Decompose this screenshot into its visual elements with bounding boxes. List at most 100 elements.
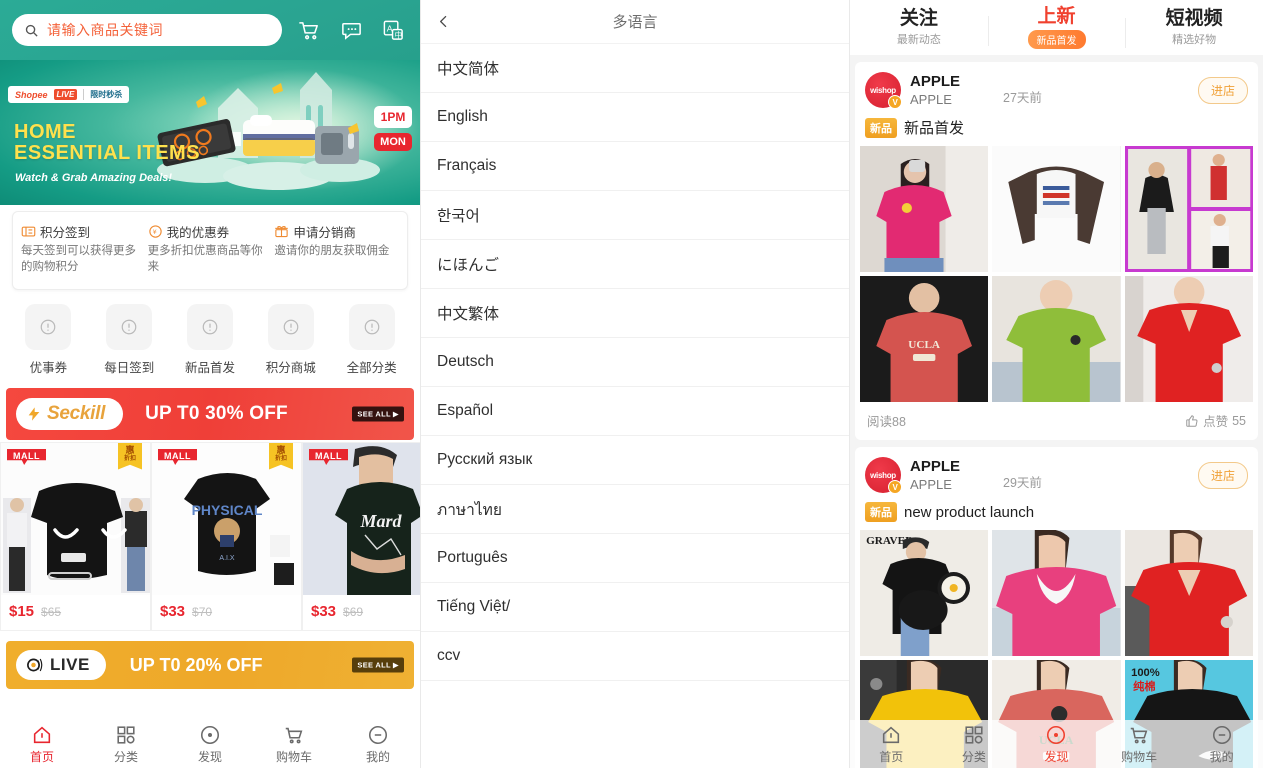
post-timestamp: 29天前 (1003, 475, 1042, 490)
cart-icon[interactable] (294, 15, 324, 45)
nav-item-cart[interactable]: 购物车 (252, 724, 336, 765)
avatar[interactable]: wishop V (865, 72, 902, 109)
post-image[interactable] (992, 530, 1121, 656)
post-image[interactable]: GRAVER (860, 530, 989, 656)
shopee-live-logo: Shopee LIVE 限时秒杀 (8, 86, 130, 103)
language-item-espanol[interactable]: Español (421, 387, 849, 436)
post-title-row: 新品 新品首发 (855, 114, 1258, 146)
seckill-product-row: MALL 惠 折扣 $15 $65 PHYSICAL A.I.X MALL 惠 … (0, 442, 420, 632)
photo-green-tee (992, 276, 1121, 402)
verified-badge-icon: V (888, 95, 902, 109)
chat-bubble-icon[interactable] (336, 15, 366, 45)
language-item-portugues[interactable]: Português (421, 534, 849, 583)
seckill-banner[interactable]: Seckill UP T0 30% OFF SEE ALL ▶ (6, 388, 414, 441)
language-item-japanese[interactable]: にほんご (421, 240, 849, 289)
left-panel-home: 请输入商品关键词 A 中 Shopee LIVE 限时秒杀 HOME ESSEN… (0, 0, 420, 768)
shop-handle: APPLE (910, 476, 952, 492)
live-banner[interactable]: LIVE UP T0 20% OFF SEE ALL ▶ (6, 641, 414, 690)
nav-label: 发现 (197, 749, 222, 764)
nav-item-profile[interactable]: 我的 (336, 724, 420, 765)
nav-item-discover[interactable]: 发现 (1015, 724, 1098, 765)
live-see-all-button[interactable]: SEE ALL ▶ (352, 657, 404, 673)
profile-icon (1212, 725, 1231, 744)
product-image: MALL 惠 折扣 (1, 443, 150, 596)
likes-label: 点赞 (1203, 415, 1229, 429)
points-item-title: 我的优惠券 (166, 226, 230, 240)
points-item-head: 积分签到 (21, 222, 146, 241)
language-item-vietnamese[interactable]: Tiếng Việt/ (421, 583, 849, 632)
language-item-deutsch[interactable]: Deutsch (421, 338, 849, 387)
product-price: $33 (160, 603, 186, 621)
enter-shop-button[interactable]: 进店 (1197, 76, 1248, 104)
promo-flag-sub: 折扣 (274, 455, 287, 462)
banner-time-day: MON (374, 133, 412, 151)
points-item-coupon[interactable]: ¥ 我的优惠券 更多折扣优惠商品等你来 (148, 222, 273, 275)
quick-cat-new-arrivals[interactable]: 新品首发 (170, 304, 251, 376)
language-item-thai[interactable]: ภาษาไทย (421, 485, 849, 534)
tab-following[interactable]: 关注 最新动态 (850, 8, 988, 48)
nav-item-categories[interactable]: 分类 (84, 724, 168, 765)
svg-text:纯棉: 纯棉 (1133, 679, 1155, 693)
post-likes[interactable]: 点赞 55 (1185, 411, 1246, 430)
likes-count: 55 (1232, 413, 1246, 428)
nav-item-cart[interactable]: 购物车 (1098, 724, 1181, 765)
nav-item-home[interactable]: 首页 (0, 724, 84, 765)
post-image[interactable] (1124, 276, 1253, 402)
post-image[interactable] (860, 146, 989, 272)
points-item-checkin[interactable]: 积分签到 每天签到可以获得更多的购物积分 (21, 222, 146, 275)
language-item-korean[interactable]: 한국어 (421, 191, 849, 240)
language-item-zh-hans[interactable]: 中文简体 (421, 44, 849, 93)
nav-item-profile[interactable]: 我的 (1180, 724, 1263, 765)
product-card[interactable]: Mard MALL $33 $69 (302, 442, 420, 632)
language-item-russian[interactable]: Русский язык (421, 436, 849, 485)
tab-new-arrivals[interactable]: 上新 新品首发 (987, 6, 1126, 50)
post-image[interactable] (1124, 146, 1253, 272)
shop-name: APPLE (910, 73, 961, 91)
nav-item-home[interactable]: 首页 (850, 724, 933, 765)
product-price-row: $33 $70 (152, 595, 301, 630)
seckill-offer: UP T0 30% OFF (145, 403, 288, 425)
svg-text:PHYSICAL: PHYSICAL (192, 502, 263, 518)
points-item-head: 申请分销商 (274, 222, 399, 241)
language-item-zh-hant[interactable]: 中文繁体 (421, 289, 849, 338)
photo-outfit-collage (1124, 146, 1253, 272)
nav-item-categories[interactable]: 分类 (933, 724, 1016, 765)
discover-tabs: 关注 最新动态 上新 新品首发 短视频 精选好物 (850, 0, 1263, 55)
quick-cat-points-mall[interactable]: 积分商城 (250, 304, 331, 376)
broken-image-icon (348, 304, 395, 351)
product-card[interactable]: MALL 惠 折扣 $15 $65 (0, 442, 151, 632)
photo-graver-black-tee: GRAVER (860, 530, 989, 656)
promo-banner-home-essentials[interactable]: Shopee LIVE 限时秒杀 HOME ESSENTIAL ITEMS Wa… (0, 60, 420, 205)
language-item-ccv[interactable]: ccv (421, 632, 849, 681)
app-screen: 请输入商品关键词 A 中 Shopee LIVE 限时秒杀 HOME ESSEN… (0, 0, 1263, 768)
quick-cat-all-categories[interactable]: 全部分类 (331, 304, 412, 376)
post-image[interactable] (992, 276, 1121, 402)
quick-cat-daily-checkin[interactable]: 每日签到 (89, 304, 170, 376)
product-card[interactable]: PHYSICAL A.I.X MALL 惠 折扣 $33 $70 (151, 442, 302, 632)
promo-flag-sub: 折扣 (123, 455, 136, 462)
grid-icon (965, 725, 983, 744)
photo-pink-tee (860, 146, 989, 272)
language-item-english[interactable]: English (421, 93, 849, 142)
points-item-title: 积分签到 (40, 226, 91, 240)
points-item-desc: 邀请你的朋友获取佣金 (274, 245, 390, 257)
post-image[interactable] (1124, 530, 1253, 656)
post-card[interactable]: wishop V APPLE APPLE 27天前 进店 新品 新品首发 UCL… (855, 62, 1258, 440)
points-item-desc: 每天签到可以获得更多的购物积分 (21, 245, 136, 273)
avatar[interactable]: wishop V (865, 457, 902, 494)
product-price: $15 (9, 603, 35, 621)
points-item-distributor[interactable]: 申请分销商 邀请你的朋友获取佣金 (274, 222, 399, 275)
quick-cat-coupon[interactable]: 优事券 (8, 304, 89, 376)
nav-item-discover[interactable]: 发现 (168, 724, 252, 765)
nav-label: 购物车 (275, 749, 312, 764)
quick-cat-label: 新品首发 (184, 361, 235, 376)
tab-short-video[interactable]: 短视频 精选好物 (1125, 8, 1263, 48)
search-input[interactable]: 请输入商品关键词 (12, 14, 282, 46)
seckill-see-all-button[interactable]: SEE ALL ▶ (352, 406, 404, 422)
translate-icon[interactable]: A 中 (378, 15, 408, 45)
language-item-francais[interactable]: Français (421, 142, 849, 191)
enter-shop-button[interactable]: 进店 (1197, 461, 1248, 489)
post-image[interactable] (992, 146, 1121, 272)
nav-label: 首页 (29, 749, 54, 764)
post-image[interactable]: UCLA (860, 276, 989, 402)
